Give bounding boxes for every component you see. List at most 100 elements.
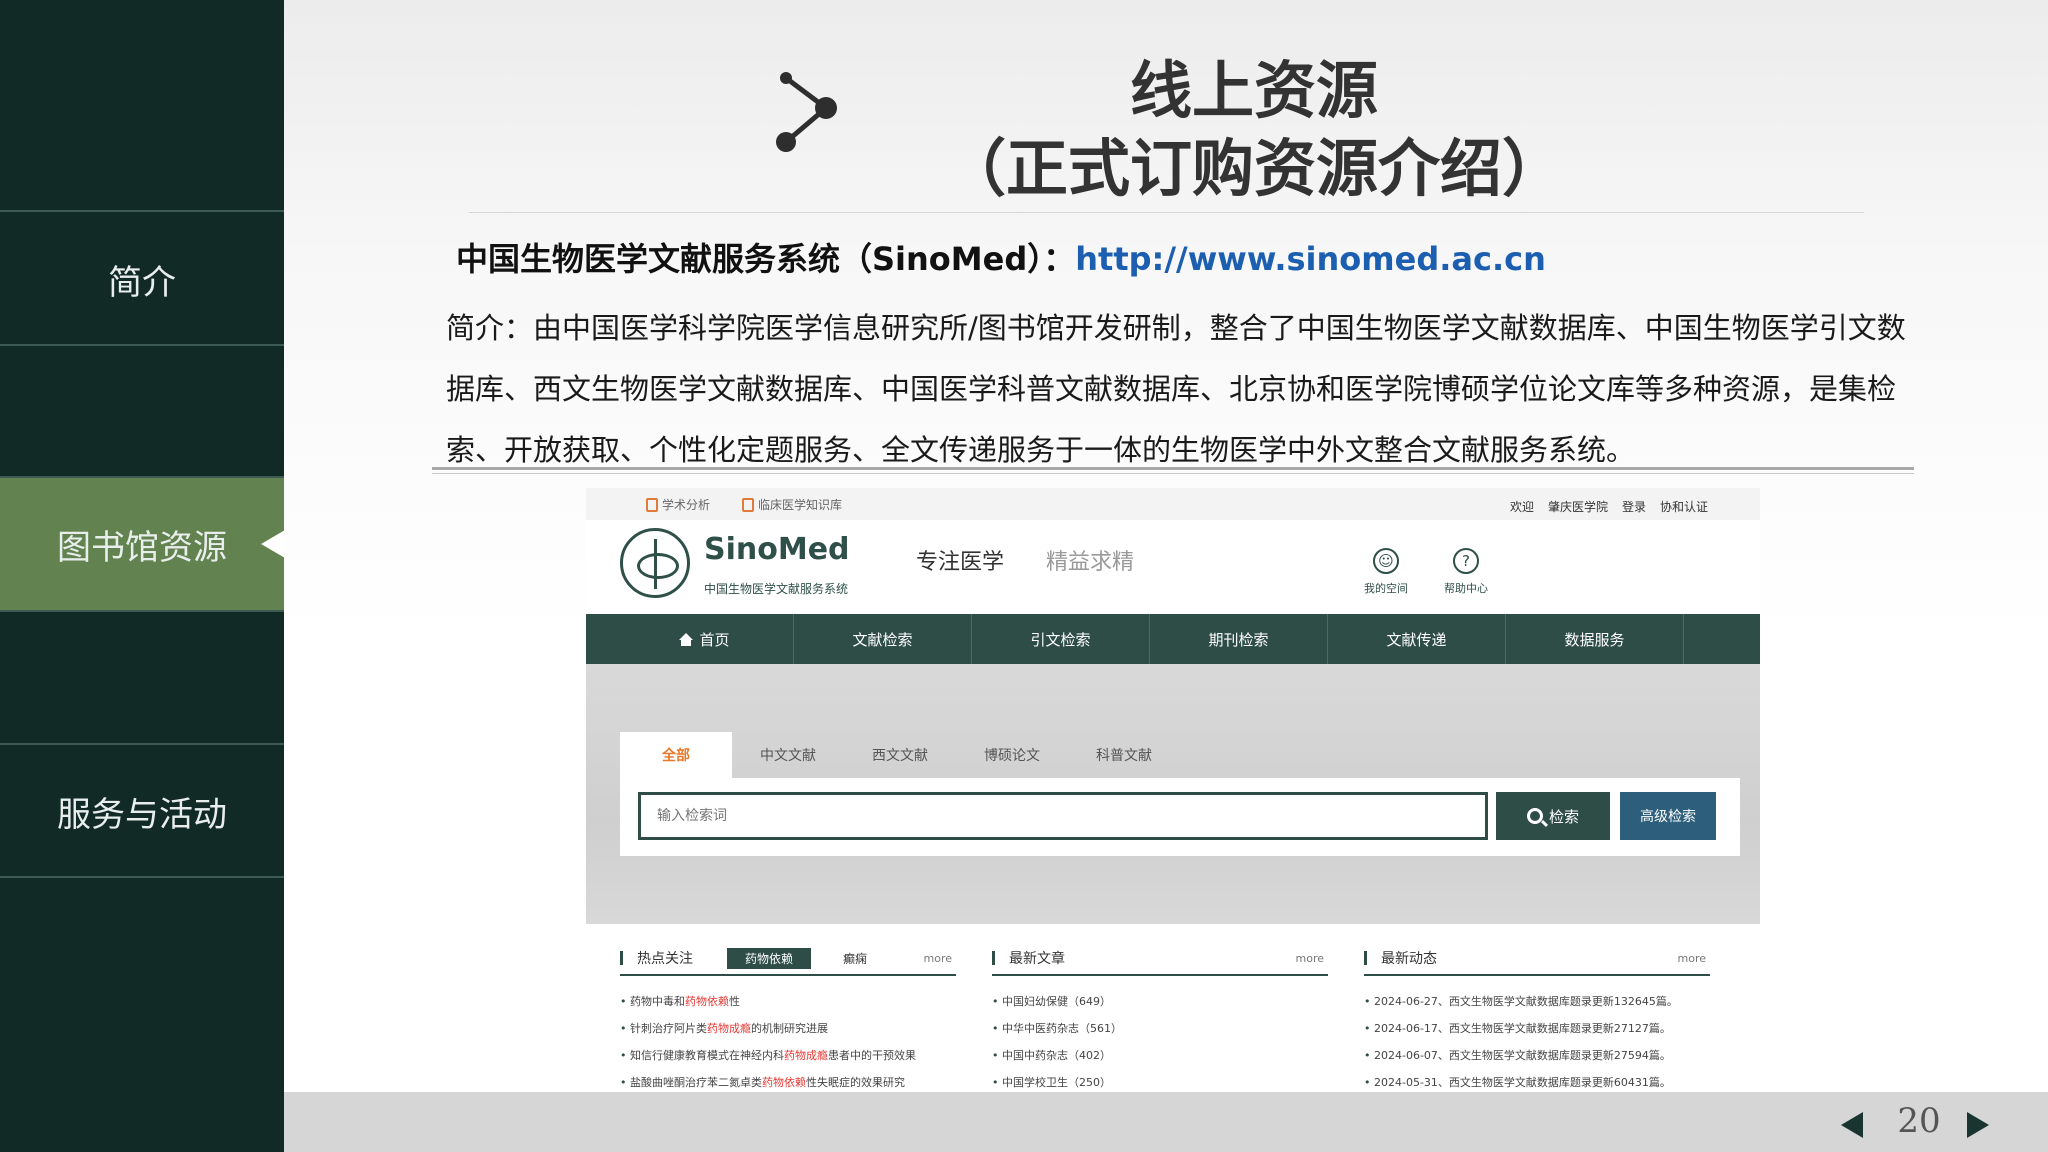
topbar-link-knowledge[interactable]: 临床医学知识库 [742, 496, 842, 513]
topbar-link-label: 临床医学知识库 [758, 498, 843, 512]
more-link[interactable]: more [1678, 952, 1707, 965]
sidebar-item-empty-1[interactable] [0, 346, 284, 478]
resource-link[interactable]: http://www.sinomed.ac.cn [1075, 240, 1546, 278]
list-item[interactable]: 中国妇幼保健（649） [992, 988, 1328, 1015]
sidebar-item-label: 图书馆资源 [57, 527, 227, 568]
tab-theses[interactable]: 博硕论文 [956, 732, 1068, 778]
search-icon [1526, 808, 1543, 824]
sinomed-screenshot: 学术分析 临床医学知识库 欢迎 肇庆医学院 登录 协和认证 SinoMed 中国… [586, 488, 1760, 1092]
panel-header: 最新动态 more [1364, 942, 1710, 976]
list-item[interactable]: 盐酸曲唑酮治疗苯二氮卓类药物依赖性失眠症的效果研究 [620, 1069, 956, 1092]
sidebar-item-label: 服务与活动 [57, 794, 227, 835]
search-button-label: 检索 [1548, 808, 1579, 826]
search-hero: 全部 中文文献 西文文献 博硕论文 科普文献 检索 高级检索 [586, 664, 1760, 924]
latest-news-list: 2024-06-27、西文生物医学文献数据库题录更新132645篇。 2024-… [1364, 988, 1710, 1092]
nav-literature-search[interactable]: 文献检索 [794, 614, 972, 664]
item-text: 患者中的干预效果 [828, 1049, 916, 1062]
panel-header: 热点关注 药物依赖 癫痫 more [620, 942, 956, 976]
list-item[interactable]: 中华中医药杂志（561） [992, 1015, 1328, 1042]
search-input[interactable] [638, 792, 1488, 840]
list-item[interactable]: 2024-06-17、西文生物医学文献数据库题录更新27127篇。 [1364, 1015, 1710, 1042]
search-button[interactable]: 检索 [1496, 792, 1610, 840]
nav-data-services[interactable]: 数据服务 [1506, 614, 1684, 664]
search-tabs: 全部 中文文献 西文文献 博硕论文 科普文献 [620, 732, 1180, 778]
resource-name: 中国生物医学文献服务系统（SinoMed）： [456, 240, 1076, 278]
sinomed-emblem-icon [620, 528, 690, 598]
sidebar-item-library-resources[interactable]: 图书馆资源 [0, 478, 285, 610]
item-text: 盐酸曲唑酮治疗苯二氮卓类 [630, 1076, 762, 1089]
page-number: 20 [1897, 1101, 1941, 1141]
login-link[interactable]: 登录 [1622, 498, 1646, 515]
nav-label: 首页 [699, 630, 730, 649]
slide-footer: 20 [284, 1092, 2048, 1152]
nav-label: 引文检索 [1030, 630, 1091, 649]
nav-journal-search[interactable]: 期刊检索 [1150, 614, 1328, 664]
item-text: 的机制研究进展 [751, 1022, 828, 1035]
nav-label: 文献检索 [852, 630, 913, 649]
nav-citation-search[interactable]: 引文检索 [972, 614, 1150, 664]
my-space-label: 我的空间 [1364, 582, 1408, 595]
latest-articles-panel: 最新文章 more 中国妇幼保健（649） 中华中医药杂志（561） 中国中药杂… [992, 942, 1328, 1092]
list-item[interactable]: 中国学校卫生（250） [992, 1069, 1328, 1092]
item-text: 性 [729, 995, 740, 1008]
page-subtitle: （正式订购资源介绍） [943, 132, 1564, 205]
section-divider [432, 467, 1914, 470]
hot-topics-list: 药物中毒和药物依赖性 针刺治疗阿片类药物成瘾的机制研究进展 知信行健康教育模式在… [620, 988, 956, 1092]
page-title: 线上资源 [1129, 54, 1378, 127]
my-space-button[interactable]: ☺ 我的空间 [1356, 548, 1416, 596]
list-item[interactable]: 药物中毒和药物依赖性 [620, 988, 956, 1015]
sinomed-brand: SinoMed [704, 532, 850, 567]
title-divider [469, 212, 1864, 213]
more-link[interactable]: more [924, 952, 953, 965]
list-item[interactable]: 知信行健康教育模式在神经内科药物成瘾患者中的干预效果 [620, 1042, 956, 1069]
item-text: 知信行健康教育模式在神经内科 [630, 1049, 784, 1062]
list-item[interactable]: 2024-05-31、西文生物医学文献数据库题录更新60431篇。 [1364, 1069, 1710, 1092]
next-slide-button[interactable] [1967, 1112, 1989, 1138]
nav-label: 数据服务 [1564, 630, 1625, 649]
nav-home[interactable]: 首页 [616, 614, 794, 664]
tab-western[interactable]: 西文文献 [844, 732, 956, 778]
item-highlight: 药物成瘾 [784, 1049, 828, 1062]
sidebar-item-services[interactable]: 服务与活动 [0, 745, 284, 877]
active-pointer-icon [261, 530, 285, 558]
panel-title: 最新动态 [1381, 951, 1437, 967]
sinomed-main-nav: 首页 文献检索 引文检索 期刊检索 文献传递 数据服务 [586, 614, 1760, 664]
header-bar [620, 951, 623, 965]
topic-tab-active[interactable]: 药物依赖 [727, 947, 812, 969]
help-center-button[interactable]: ? 帮助中心 [1436, 548, 1496, 596]
tab-popular-science[interactable]: 科普文献 [1068, 732, 1180, 778]
auth-link[interactable]: 协和认证 [1660, 498, 1708, 515]
sinomed-brand-subtitle: 中国生物医学文献服务系统 [704, 582, 849, 596]
search-box: 检索 高级检索 [620, 778, 1740, 856]
list-item[interactable]: 2024-06-07、西文生物医学文献数据库题录更新27594篇。 [1364, 1042, 1710, 1069]
welcome-text: 欢迎 [1509, 500, 1534, 514]
search-panel: 全部 中文文献 西文文献 博硕论文 科普文献 检索 高级检索 [620, 732, 1750, 856]
prev-slide-button[interactable] [1841, 1112, 1863, 1138]
sidebar-item-empty-2[interactable] [0, 612, 284, 744]
tab-all[interactable]: 全部 [620, 732, 732, 778]
slogan-primary: 专注医学 [916, 550, 1005, 575]
item-highlight: 药物依赖 [762, 1076, 806, 1089]
topbar-link-analysis[interactable]: 学术分析 [646, 496, 710, 513]
user-icon: ☺ [1373, 548, 1399, 574]
slide-main: 线上资源 （正式订购资源介绍） 中国生物医学文献服务系统（SinoMed）：ht… [284, 0, 2048, 1152]
list-item[interactable]: 2024-06-27、西文生物医学文献数据库题录更新132645篇。 [1364, 988, 1710, 1015]
hot-topics-panel: 热点关注 药物依赖 癫痫 more 药物中毒和药物依赖性 针刺治疗阿片类药物成瘾… [620, 942, 956, 1092]
list-item[interactable]: 针刺治疗阿片类药物成瘾的机制研究进展 [620, 1015, 956, 1042]
sidebar-item-label: 简介 [108, 262, 176, 303]
header-bar [1364, 951, 1367, 965]
panel-header: 最新文章 more [992, 942, 1328, 976]
advanced-search-button[interactable]: 高级检索 [1620, 792, 1716, 840]
sidebar: 简介 图书馆资源 服务与活动 [0, 0, 285, 1152]
tab-chinese[interactable]: 中文文献 [732, 732, 844, 778]
latest-news-panel: 最新动态 more 2024-06-27、西文生物医学文献数据库题录更新1326… [1364, 942, 1710, 1092]
more-link[interactable]: more [1296, 952, 1325, 965]
nav-document-delivery[interactable]: 文献传递 [1328, 614, 1506, 664]
section-divider [432, 473, 1914, 474]
sidebar-item-intro[interactable]: 简介 [0, 213, 284, 345]
sidebar-divider [0, 876, 284, 878]
sidebar-divider [0, 210, 284, 212]
list-item[interactable]: 中国中药杂志（402） [992, 1042, 1328, 1069]
sinomed-topbar: 学术分析 临床医学知识库 欢迎 肇庆医学院 登录 协和认证 [586, 488, 1760, 520]
topic-tab[interactable]: 癫痫 [843, 950, 867, 967]
